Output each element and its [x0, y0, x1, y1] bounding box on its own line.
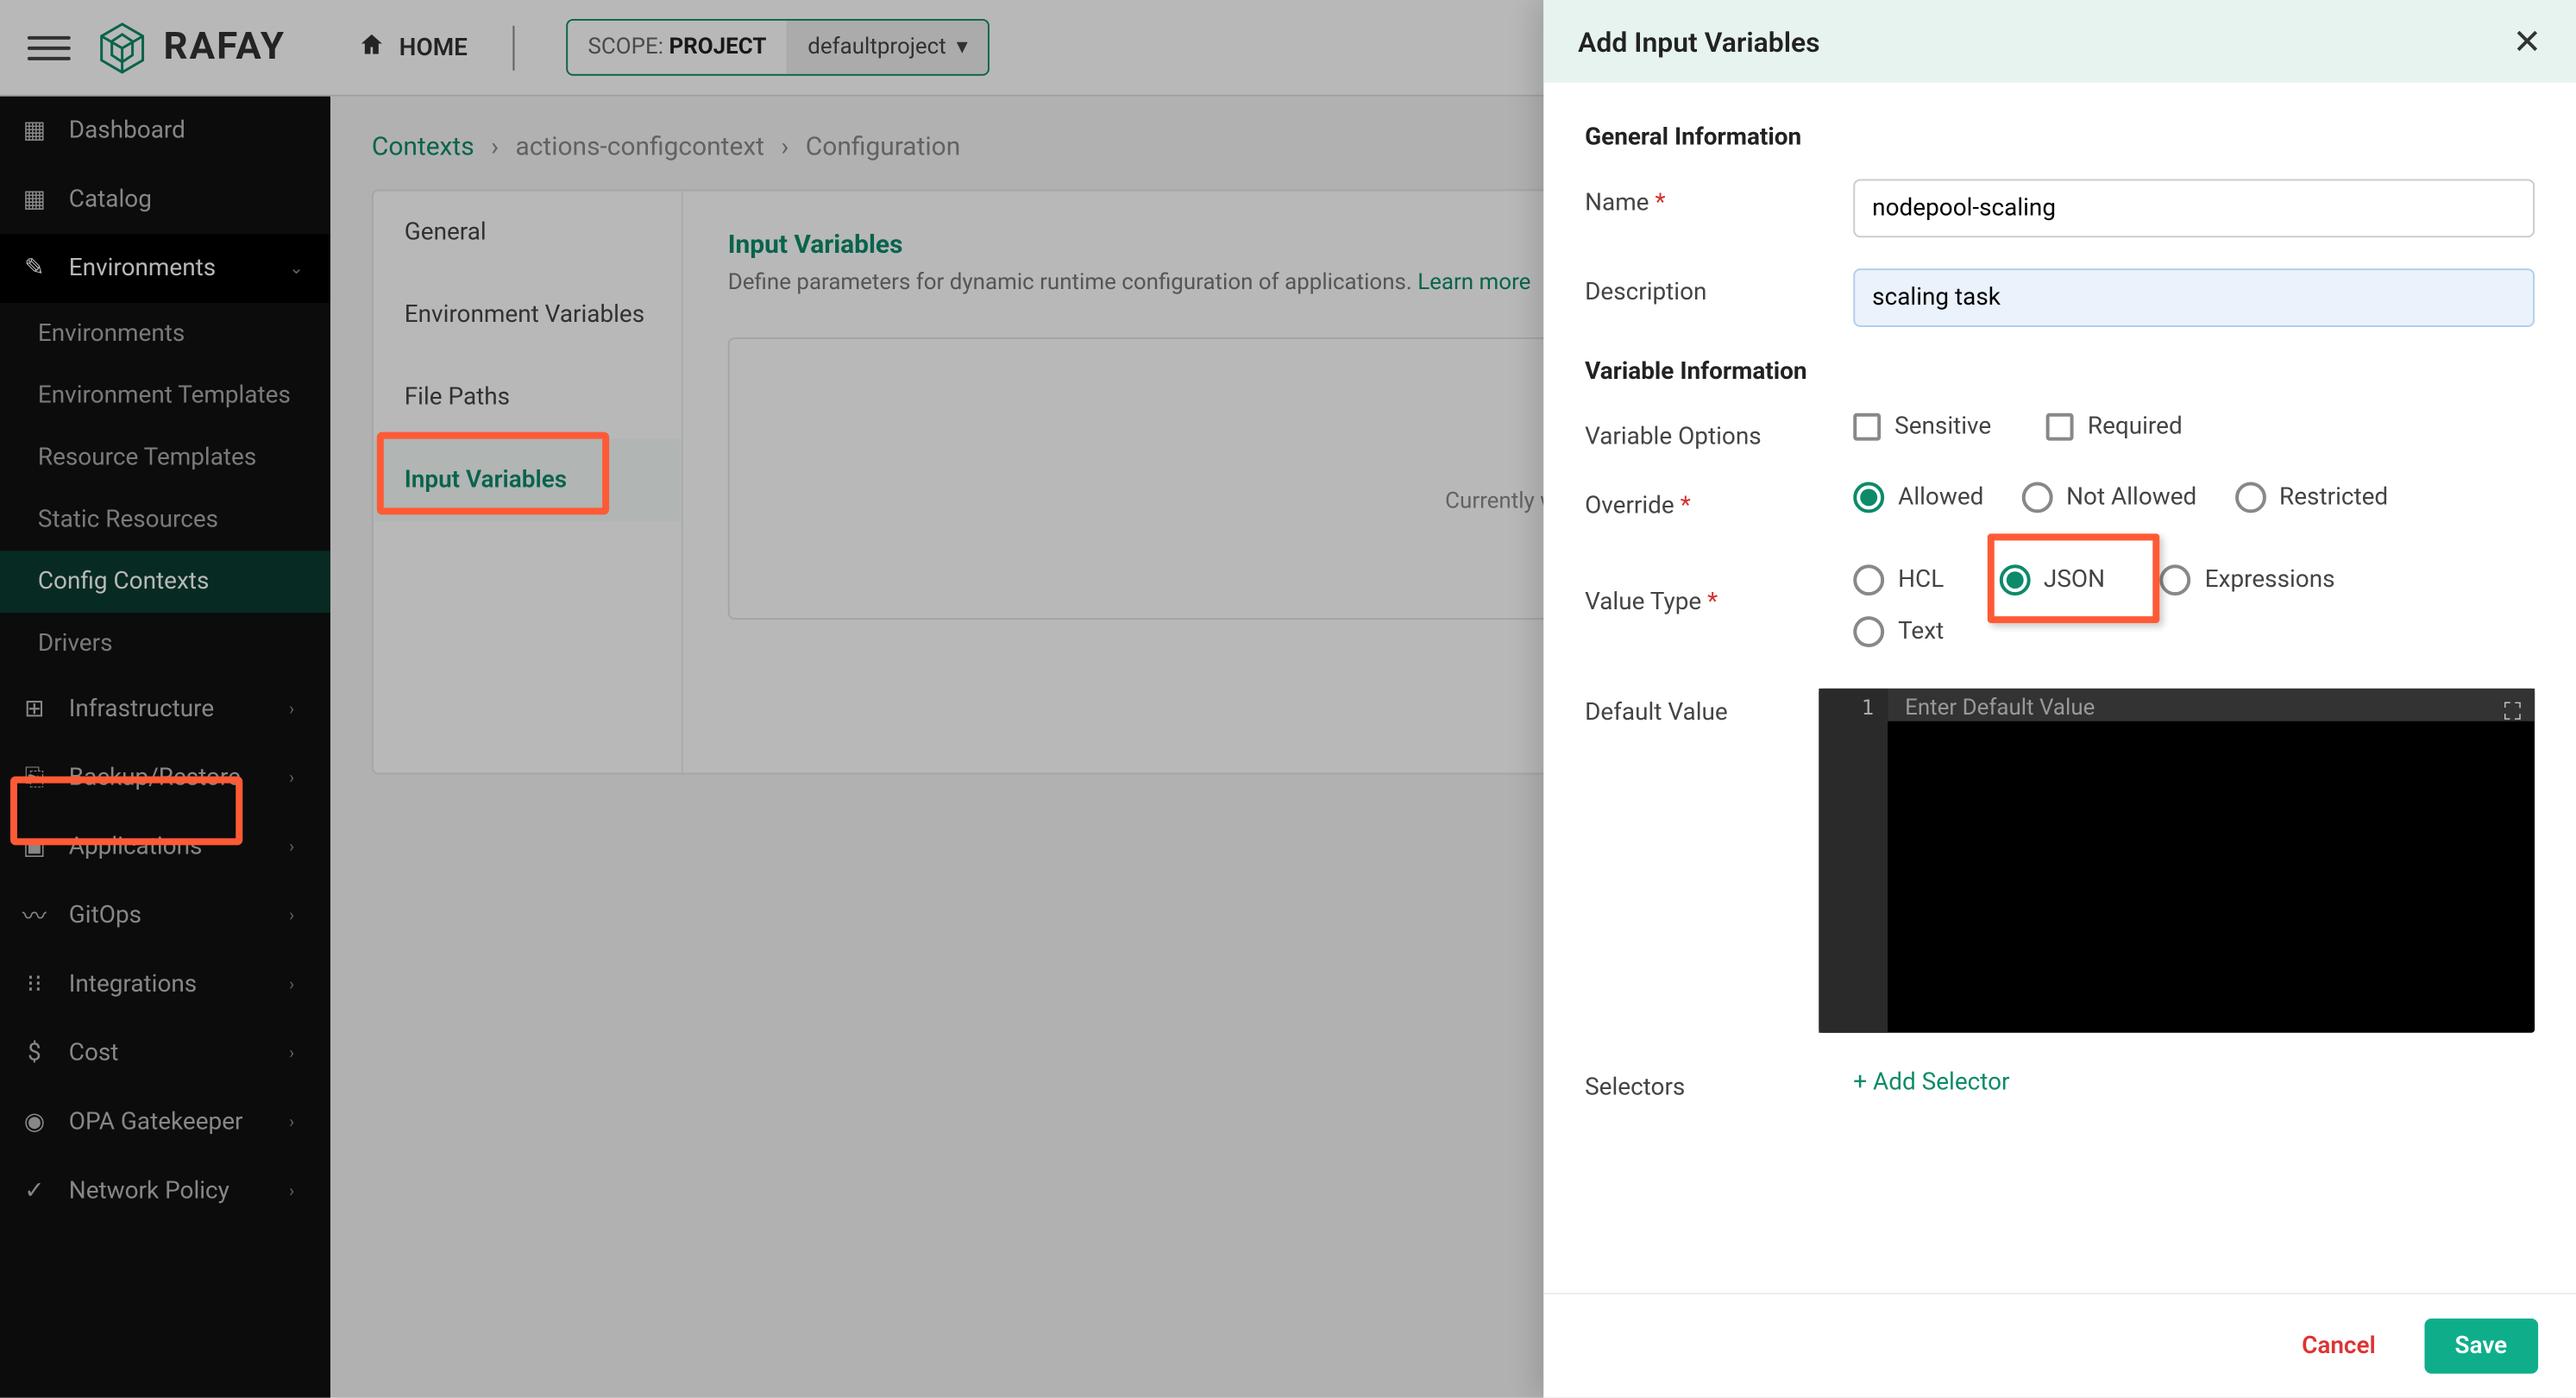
- cancel-button[interactable]: Cancel: [2281, 1319, 2397, 1374]
- sensitive-label: Sensitive: [1894, 413, 1991, 441]
- line-gutter: 1: [1819, 689, 1888, 1033]
- radio-label: Restricted: [2279, 483, 2388, 511]
- variable-options-label: Variable Options: [1585, 413, 1825, 451]
- add-selector-link[interactable]: + Add Selector: [1853, 1069, 2009, 1097]
- value-type-hcl-radio[interactable]: HCL: [1853, 564, 1944, 595]
- drawer-footer: Cancel Save: [1543, 1293, 2576, 1398]
- name-input[interactable]: [1853, 179, 2535, 237]
- expand-icon[interactable]: ⛶: [2504, 699, 2522, 727]
- override-not-allowed-radio[interactable]: Not Allowed: [2021, 482, 2196, 513]
- general-info-heading: General Information: [1585, 124, 2535, 152]
- default-value-label: Default Value: [1585, 689, 1791, 727]
- default-value-placeholder: Enter Default Value: [1905, 696, 2095, 721]
- override-allowed-radio[interactable]: Allowed: [1853, 482, 1983, 513]
- variable-info-heading: Variable Information: [1585, 358, 2535, 386]
- description-label: Description: [1585, 268, 1825, 306]
- radio-label: HCL: [1898, 566, 1944, 594]
- radio-label: Not Allowed: [2066, 483, 2196, 511]
- value-type-label: Value Type *: [1585, 554, 1825, 616]
- name-label: Name *: [1585, 179, 1825, 217]
- override-restricted-radio[interactable]: Restricted: [2234, 482, 2388, 513]
- close-icon[interactable]: ✕: [2513, 21, 2541, 62]
- override-label: Override *: [1585, 482, 1825, 520]
- description-input[interactable]: [1853, 268, 2535, 327]
- required-checkbox[interactable]: Required: [2046, 413, 2183, 441]
- add-input-variables-drawer: Add Input Variables ✕ General Informatio…: [1543, 0, 2576, 1398]
- value-type-expressions-radio[interactable]: Expressions: [2160, 564, 2335, 595]
- radio-label: Allowed: [1898, 483, 1983, 511]
- required-label: Required: [2088, 413, 2183, 441]
- save-button[interactable]: Save: [2424, 1319, 2538, 1374]
- selectors-label: Selectors: [1585, 1064, 1825, 1102]
- sensitive-checkbox[interactable]: Sensitive: [1853, 413, 1991, 441]
- radio-label: JSON: [2044, 566, 2105, 594]
- radio-label: Expressions: [2205, 566, 2335, 594]
- drawer-title: Add Input Variables: [1578, 25, 1819, 58]
- radio-label: Text: [1898, 618, 1944, 645]
- default-value-editor[interactable]: 1 Enter Default Value ⛶: [1819, 689, 2535, 1033]
- drawer-body: General Information Name * Description V…: [1543, 83, 2576, 1294]
- value-type-text-radio[interactable]: Text: [1853, 616, 1944, 647]
- drawer-header: Add Input Variables ✕: [1543, 0, 2576, 83]
- value-type-json-radio[interactable]: JSON: [1982, 554, 2122, 606]
